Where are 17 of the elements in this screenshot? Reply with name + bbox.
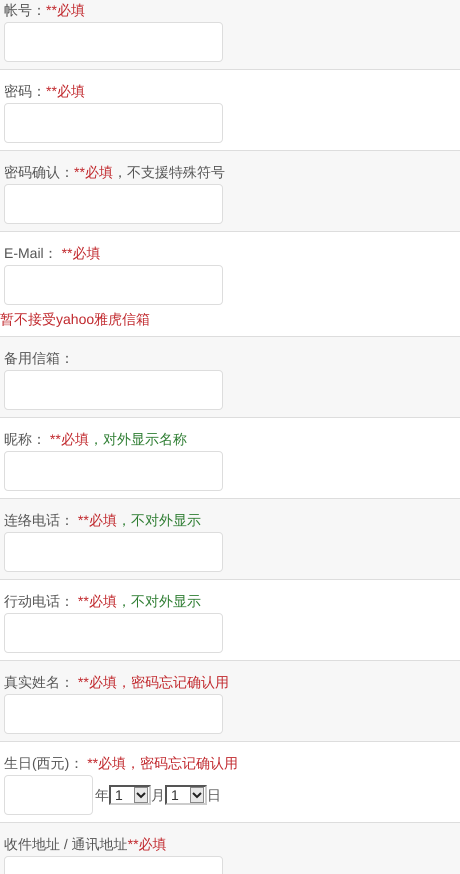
field-label: 连络电话： **必填，不对外显示 [4, 511, 202, 530]
warning-note: 暂不接受yahoo雅虎信箱 [0, 310, 152, 329]
field-label: 行动电话： **必填，不对外显示 [4, 592, 202, 611]
select-dropdown[interactable]: 1 [165, 785, 207, 805]
field-label: 生日(西元)： **必填，密码忘记确认用 [4, 754, 240, 773]
unit-text: 日 [207, 786, 221, 804]
field-label: 帐号：**必填 [4, 1, 86, 20]
field-label: 收件地址 / 通讯地址**必填 [4, 835, 168, 854]
unit-text: 月 [151, 786, 165, 804]
select-dropdown[interactable]: 1 [109, 785, 151, 805]
field-label: E-Mail： **必填 [4, 244, 102, 263]
field-label: 密码确认：**必填，不支援特殊符号 [4, 163, 226, 182]
field-label: 真实姓名： **必填，密码忘记确认用 [4, 673, 230, 692]
field-label: 昵称： **必填，对外显示名称 [4, 430, 188, 449]
field-label: 密码：**必填 [4, 82, 86, 101]
field-label: 备用信箱： [4, 349, 75, 368]
unit-text: 年 [95, 786, 109, 804]
